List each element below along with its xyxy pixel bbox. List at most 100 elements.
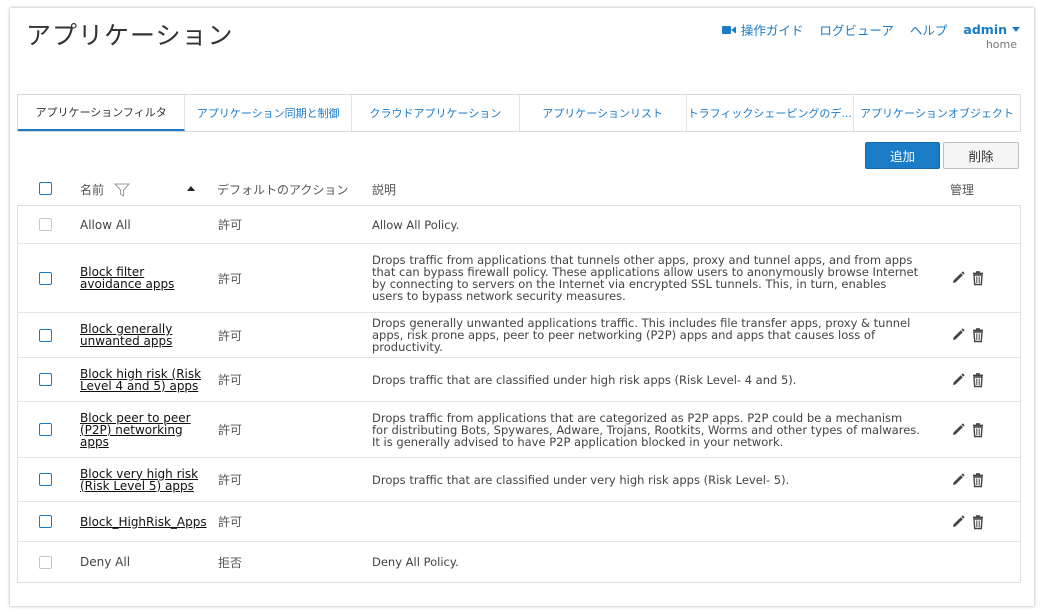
trash-icon[interactable]: [970, 514, 986, 530]
policy-name-link[interactable]: Block filter avoidance apps: [80, 266, 208, 290]
table-row[interactable]: Block filter avoidance apps 許可 Drops traff…: [18, 244, 1020, 313]
guide-link-label: 操作ガイド: [740, 23, 804, 38]
trash-icon[interactable]: [970, 422, 986, 438]
column-header-description[interactable]: 説明: [372, 181, 396, 198]
tab-0[interactable]: アプリケーションフィルタ: [18, 95, 186, 131]
table-row[interactable]: Allow All 許可 Allow All Policy.: [18, 206, 1020, 244]
row-name-cell: Allow All: [80, 206, 208, 243]
policy-name-link[interactable]: Block generally unwanted apps: [80, 323, 208, 347]
pencil-icon[interactable]: [950, 327, 966, 343]
page-subtitle: home: [985, 38, 1017, 51]
checkbox-icon: [39, 423, 52, 436]
row-actions: [950, 402, 990, 457]
policy-name-link[interactable]: Block_HighRisk_Apps: [80, 516, 207, 528]
column-header-name-label: 名前: [80, 183, 105, 197]
checkbox-icon: [39, 218, 52, 231]
default-action: 許可: [218, 473, 243, 487]
table-row[interactable]: Block very high risk (Risk Level 5) apps…: [18, 458, 1020, 502]
policy-description: Drops generally unwanted applications tr…: [372, 316, 911, 354]
log-viewer-link[interactable]: ログビューア: [819, 20, 894, 39]
filter-icon[interactable]: [114, 183, 131, 197]
row-checkbox[interactable]: [39, 313, 52, 357]
row-name-cell: Block generally unwanted apps: [80, 313, 208, 357]
row-checkbox[interactable]: [39, 402, 52, 457]
select-all-checkbox[interactable]: [39, 182, 52, 195]
checkbox-icon: [39, 515, 52, 528]
row-checkbox: [39, 542, 52, 582]
row-name-cell: Block peer to peer (P2P) networking apps: [80, 402, 208, 457]
chevron-down-icon: [1012, 27, 1020, 32]
checkbox-icon: [39, 473, 52, 486]
tab-1[interactable]: アプリケーション同期と制御: [185, 95, 353, 131]
trash-icon[interactable]: [970, 372, 986, 388]
pencil-icon[interactable]: [950, 372, 966, 388]
pencil-icon[interactable]: [950, 514, 966, 530]
row-checkbox[interactable]: [39, 244, 52, 312]
policy-name: Allow All: [80, 217, 131, 232]
policy-table: Allow All 許可 Allow All Policy. Block filter…: [17, 205, 1021, 583]
tab-bar: アプリケーションフィルタ アプリケーション同期と制御 クラウドアプリケーション アプリ…: [17, 94, 1021, 132]
default-action: 拒否: [218, 555, 243, 570]
admin-menu[interactable]: admin: [963, 22, 1020, 37]
app-window: アプリケーション 操作ガイド ログビューア ヘルプ admin home アプリ…: [10, 8, 1034, 606]
table-header: 名前 デフォルトのアクション 説明 管理: [17, 174, 1021, 204]
tab-5[interactable]: アプリケーションオブジェクト: [854, 95, 1020, 131]
help-link[interactable]: ヘルプ: [910, 20, 948, 39]
table-row[interactable]: Block generally unwanted apps 許可 Drops gen…: [18, 313, 1020, 358]
column-header-name[interactable]: 名前: [80, 181, 131, 198]
row-actions: [950, 313, 990, 357]
row-actions: [950, 458, 990, 501]
row-checkbox: [39, 206, 52, 243]
trash-icon[interactable]: [970, 270, 986, 286]
default-action: 許可: [218, 515, 243, 529]
row-actions: [950, 244, 990, 312]
pencil-icon[interactable]: [950, 422, 966, 438]
column-header-default-action[interactable]: デフォルトのアクション: [217, 181, 348, 198]
column-header-manage: 管理: [950, 183, 975, 197]
pencil-icon[interactable]: [950, 472, 966, 488]
tab-2[interactable]: クラウドアプリケーション: [352, 95, 520, 131]
table-row[interactable]: Block peer to peer (P2P) networking apps…: [18, 402, 1020, 458]
table-row[interactable]: Block_HighRisk_Apps 許可: [18, 502, 1020, 542]
policy-description: Deny All Policy.: [372, 555, 459, 569]
policy-name-link[interactable]: Block very high risk (Risk Level 5) apps: [80, 468, 208, 492]
row-checkbox[interactable]: [39, 458, 52, 501]
policy-name: Deny All: [80, 555, 131, 569]
checkbox-icon: [39, 182, 52, 195]
row-name-cell: Block filter avoidance apps: [80, 244, 208, 312]
default-action: 許可: [218, 328, 243, 343]
table-row[interactable]: Block high risk (Risk Level 4 and 5) app…: [18, 358, 1020, 402]
policy-description: [372, 502, 920, 541]
policy-name-link[interactable]: Block high risk (Risk Level 4 and 5) app…: [80, 368, 208, 392]
policy-description: Drops traffic from applications that are…: [372, 410, 920, 449]
checkbox-icon: [39, 271, 52, 285]
delete-button[interactable]: 削除: [943, 142, 1019, 169]
tab-3[interactable]: アプリケーションリスト: [520, 95, 687, 131]
sort-ascending-icon[interactable]: [187, 186, 195, 191]
row-name-cell: Deny All: [80, 542, 208, 582]
row-actions: [950, 358, 990, 401]
row-name-cell: Block high risk (Risk Level 4 and 5) app…: [80, 358, 208, 401]
row-actions: [950, 502, 990, 541]
row-name-cell: Block_HighRisk_Apps: [80, 502, 208, 541]
row-checkbox[interactable]: [39, 502, 52, 541]
default-action: 許可: [218, 423, 243, 437]
policy-description: Drops traffic from applications that tun…: [372, 253, 919, 303]
guide-link[interactable]: 操作ガイド: [721, 20, 804, 39]
table-row[interactable]: Deny All 拒否 Deny All Policy.: [18, 542, 1020, 582]
policy-description: Allow All Policy.: [372, 217, 460, 232]
row-checkbox[interactable]: [39, 358, 52, 401]
checkbox-icon: [39, 328, 52, 342]
checkbox-icon: [39, 555, 52, 569]
checkbox-icon: [39, 373, 52, 386]
trash-icon[interactable]: [970, 472, 986, 488]
policy-description: Drops traffic that are classified under …: [372, 372, 797, 387]
tab-4[interactable]: トラフィックシェーピングのデ...: [687, 95, 854, 131]
admin-label: admin: [963, 22, 1007, 37]
pencil-icon[interactable]: [950, 270, 966, 286]
row-name-cell: Block very high risk (Risk Level 5) apps: [80, 458, 208, 501]
trash-icon[interactable]: [970, 327, 986, 343]
policy-name-link[interactable]: Block peer to peer (P2P) networking apps: [80, 412, 208, 448]
add-button[interactable]: 追加: [865, 142, 940, 169]
page-title: アプリケーション: [26, 21, 234, 50]
